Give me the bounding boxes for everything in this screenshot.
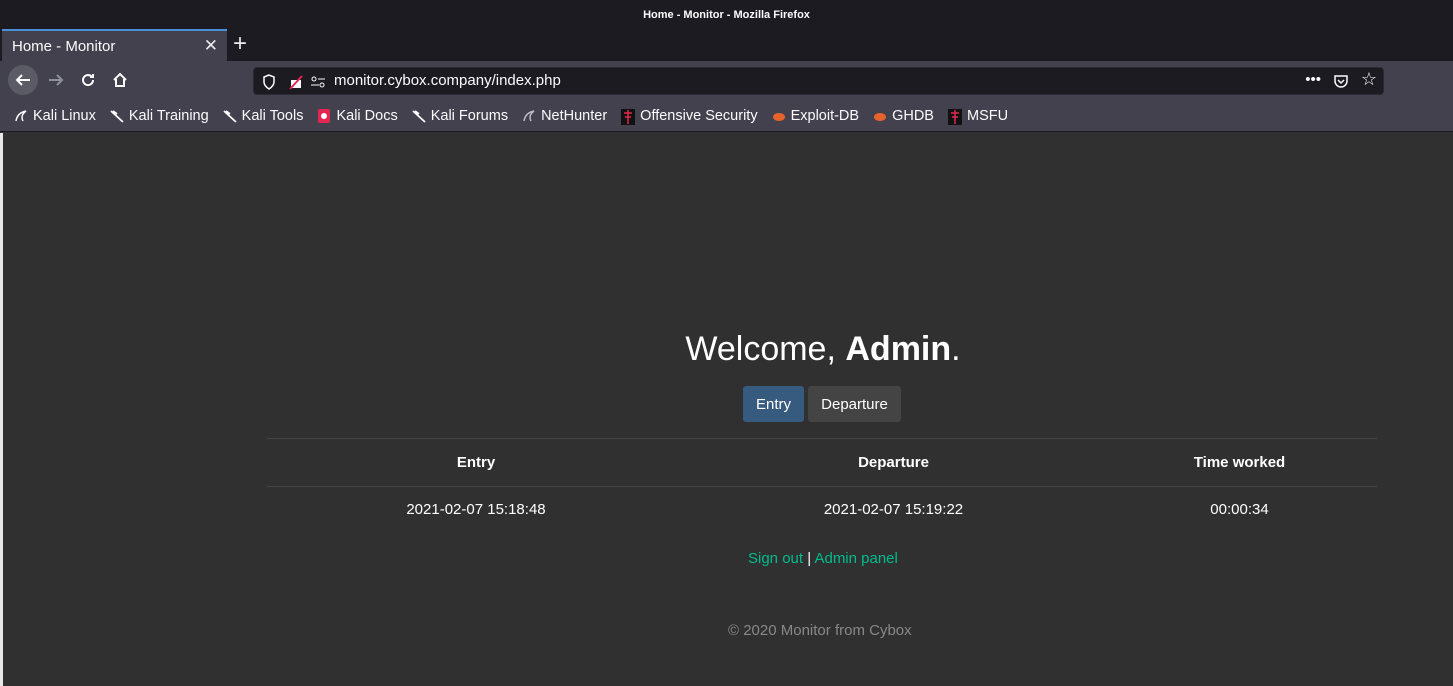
welcome-prefix: Welcome, <box>685 330 846 368</box>
admin-panel-link[interactable]: Admin panel <box>814 550 897 567</box>
cell-entry: 2021-02-07 15:18:48 <box>406 501 546 519</box>
home-icon <box>113 72 127 87</box>
forward-arrow-icon <box>49 74 64 86</box>
header-time-worked: Time worked <box>1102 438 1377 487</box>
url-text[interactable]: monitor.cybox.company/index.php <box>334 72 561 89</box>
bookmarks-toolbar: Kali Linux Kali Training Kali Tools Kali… <box>0 101 1453 132</box>
kali-dragon-icon <box>110 109 124 123</box>
kali-docs-icon <box>317 109 331 123</box>
navigation-toolbar: monitor.cybox.company/index.php ••• ☆ <box>0 61 1453 101</box>
bookmark-kali-tools[interactable]: Kali Tools <box>223 108 303 124</box>
entry-button[interactable]: Entry <box>743 386 804 422</box>
bookmark-msfu[interactable]: MSFU <box>947 108 1008 125</box>
offsec-icon <box>947 109 962 125</box>
exploitdb-icon <box>772 109 786 123</box>
bookmark-kali-training[interactable]: Kali Training <box>110 108 209 124</box>
kali-dragon-icon <box>223 109 237 123</box>
bookmark-nethunter[interactable]: NetHunter <box>522 108 607 124</box>
footer-links: Sign out | Admin panel <box>748 550 898 567</box>
bookmark-kali-docs[interactable]: Kali Docs <box>317 108 398 124</box>
bookmark-kali-linux[interactable]: Kali Linux <box>14 108 96 124</box>
page-content: Welcome, Admin. Entry Departure Entry De… <box>3 133 1453 686</box>
cell-time-worked: 00:00:34 <box>1210 501 1269 519</box>
active-tab[interactable]: Home - Monitor ✕ <box>2 29 227 61</box>
bookmark-star-icon[interactable]: ☆ <box>1361 69 1377 90</box>
welcome-username: Admin <box>845 330 952 368</box>
forward-button[interactable] <box>41 65 71 95</box>
pocket-icon[interactable] <box>1333 73 1349 89</box>
kali-dragon-icon <box>14 109 28 123</box>
header-departure: Departure <box>685 438 1102 487</box>
nethunter-icon <box>522 109 536 123</box>
bookmark-exploit-db[interactable]: Exploit-DB <box>772 108 859 124</box>
bookmark-kali-forums[interactable]: Kali Forums <box>412 108 508 124</box>
time-table: Entry Departure Time worked 2021-02-07 1… <box>267 438 1377 533</box>
page-actions-icon[interactable]: ••• <box>1305 71 1321 88</box>
offsec-icon <box>621 109 636 125</box>
action-buttons: Entry Departure <box>743 386 901 422</box>
insecure-connection-icon[interactable] <box>288 74 304 90</box>
kali-dragon-icon <box>412 109 426 123</box>
back-arrow-icon <box>15 74 30 86</box>
welcome-suffix: . <box>951 330 961 368</box>
sign-out-link[interactable]: Sign out <box>748 550 803 567</box>
home-button[interactable] <box>105 65 135 95</box>
new-tab-icon[interactable]: + <box>233 32 247 56</box>
shield-icon[interactable] <box>262 74 276 90</box>
reload-button[interactable] <box>73 65 103 95</box>
cell-departure: 2021-02-07 15:19:22 <box>823 501 964 519</box>
permissions-icon[interactable] <box>310 74 326 90</box>
table-row: 2021-02-07 15:18:48 2021-02-07 15:19:22 … <box>267 487 1377 533</box>
welcome-heading: Welcome, Admin. <box>3 330 1453 369</box>
table-header-row: Entry Departure Time worked <box>267 438 1377 487</box>
tab-strip: Home - Monitor ✕ <box>0 29 1453 61</box>
header-entry: Entry <box>267 438 685 487</box>
departure-button[interactable]: Departure <box>808 386 901 422</box>
back-button[interactable] <box>8 65 38 95</box>
bookmark-offensive-security[interactable]: Offensive Security <box>621 108 758 125</box>
exploitdb-icon <box>873 109 887 123</box>
link-separator: | <box>807 550 812 567</box>
window-title: Home - Monitor - Mozilla Firefox <box>0 0 1453 29</box>
reload-icon <box>82 74 95 87</box>
copyright-footer: © 2020 Monitor from Cybox <box>728 622 912 639</box>
tab-title: Home - Monitor <box>12 37 116 55</box>
bookmark-ghdb[interactable]: GHDB <box>873 108 934 124</box>
url-bar[interactable]: monitor.cybox.company/index.php ••• ☆ <box>253 67 1384 95</box>
close-tab-icon[interactable]: ✕ <box>204 36 218 56</box>
